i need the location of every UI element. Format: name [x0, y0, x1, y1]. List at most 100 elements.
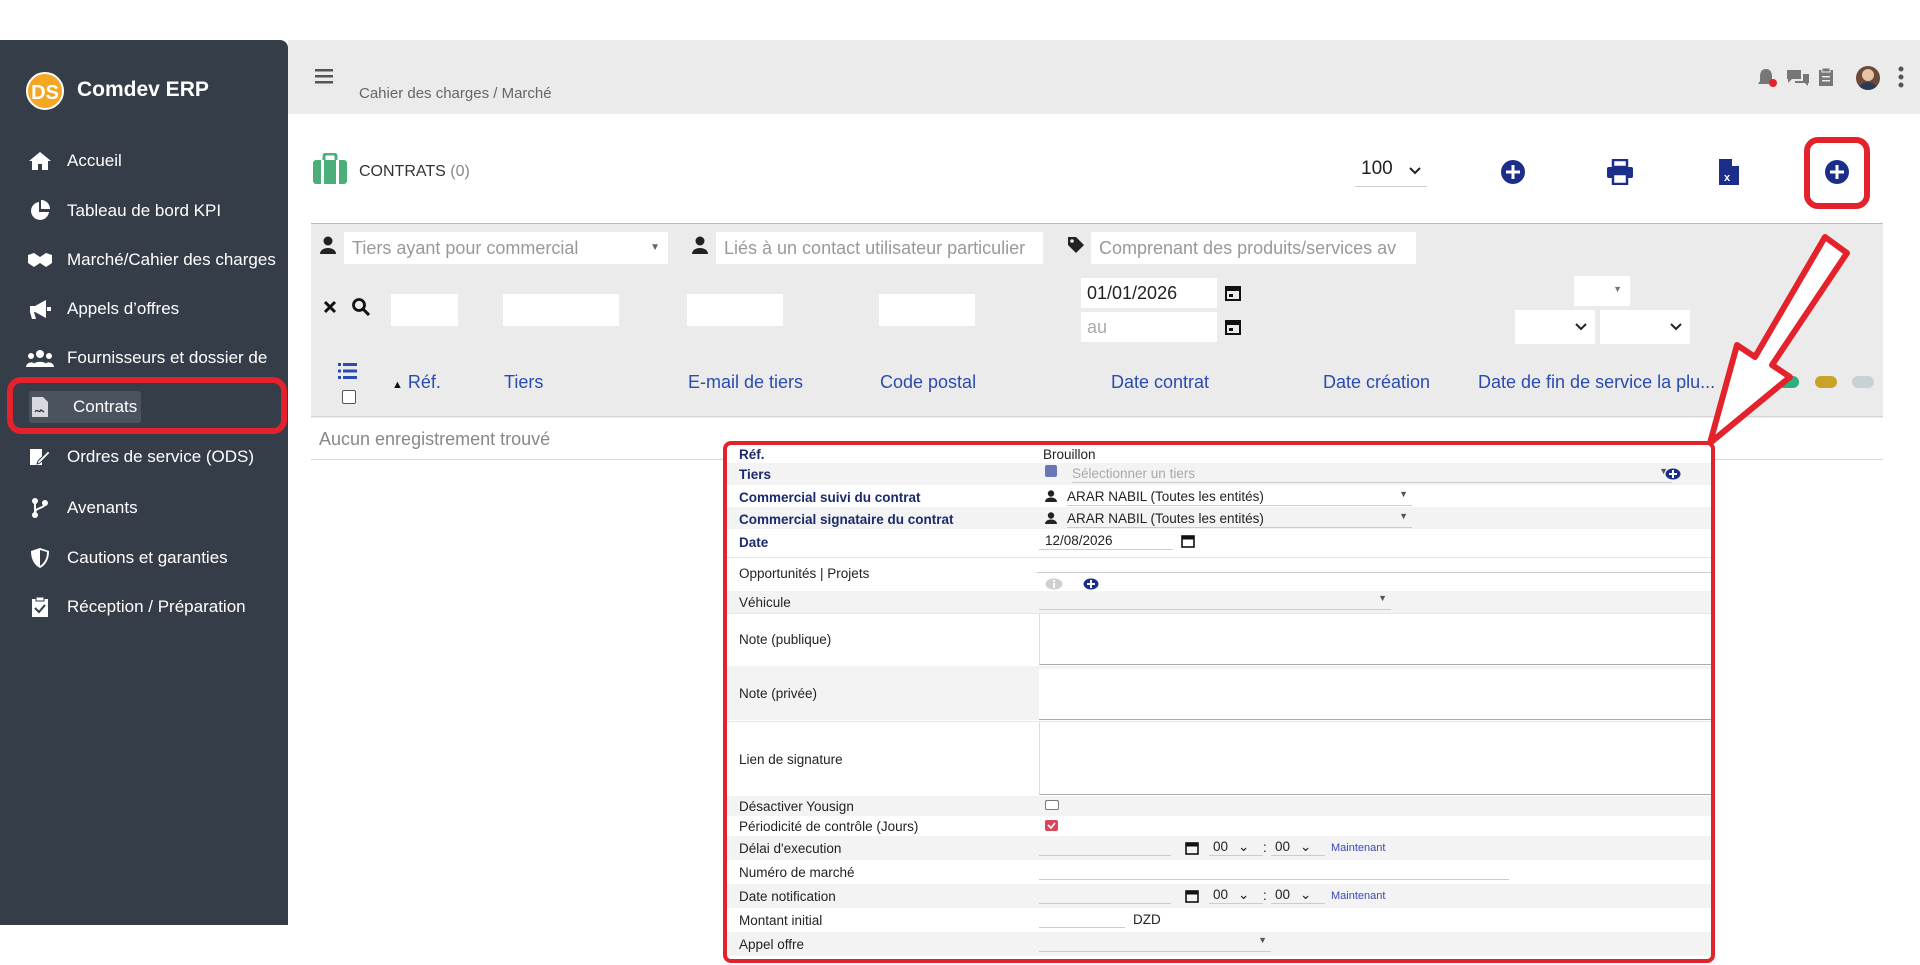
delai-minute-select[interactable]: 00 ⌄	[1271, 839, 1325, 856]
form-row-note-privee: Note (privée)	[727, 666, 1711, 720]
caret-down-icon: ▼	[1399, 511, 1408, 521]
list-options-icon[interactable]	[338, 362, 358, 385]
notification-hour-select[interactable]: 00 ⌄	[1209, 887, 1263, 904]
calendar-icon[interactable]	[1181, 535, 1195, 548]
search-icon[interactable]	[352, 298, 371, 321]
date-to-input[interactable]: au	[1081, 312, 1217, 342]
contact-filter-select[interactable]: Liés à un contact utilisateur particulie…	[716, 232, 1043, 264]
chevron-down-icon: ⌄	[1300, 887, 1312, 902]
form-row-commercial-suivi: Commercial suivi du contrat ARAR NABIL (…	[727, 485, 1711, 507]
column-header-date-creation[interactable]: Date création	[1323, 372, 1430, 393]
products-filter-select[interactable]: Comprenant des produits/services av	[1091, 232, 1416, 264]
commercial-signataire-select[interactable]: ARAR NABIL (Toutes les entités) ▼	[1067, 511, 1412, 528]
tiers-filter-input[interactable]	[503, 294, 619, 326]
sidebar-item-kpi[interactable]: Tableau de bord KPI	[25, 191, 285, 231]
tiers-select[interactable]: Sélectionner un tiers ▼	[1072, 466, 1672, 483]
date-notification-label: Date notification	[739, 889, 836, 904]
pie-chart-icon	[25, 200, 55, 222]
calendar-icon[interactable]	[1225, 285, 1241, 306]
building-icon	[1045, 465, 1057, 477]
sidebar-item-label: Marché/Cahier des charges	[67, 250, 276, 269]
date-notification-input[interactable]	[1039, 887, 1171, 904]
now-link[interactable]: Maintenant	[1331, 842, 1385, 854]
checked-checkbox-icon[interactable]	[1045, 820, 1058, 831]
column-header-date-fin-service[interactable]: Date de fin de service la plu...	[1478, 372, 1715, 393]
edit-doc-icon	[25, 446, 55, 468]
sidebar-item-label: Appels d’offres	[67, 299, 180, 318]
calendar-icon[interactable]	[1185, 890, 1199, 903]
column-header-ref[interactable]: ▲ Réf.	[392, 372, 441, 393]
status-dot-closed[interactable]	[1852, 376, 1874, 388]
add-project-icon[interactable]	[1083, 578, 1099, 590]
montant-input[interactable]	[1039, 911, 1125, 928]
appel-offre-select[interactable]: ▼	[1039, 935, 1271, 952]
sidebar-item-avenants[interactable]: Avenants	[25, 488, 285, 528]
status-filter-select[interactable]: ▼	[1574, 276, 1630, 306]
now-link[interactable]: Maintenant	[1331, 890, 1385, 902]
select-all-checkbox[interactable]	[342, 390, 356, 404]
print-button[interactable]	[1603, 155, 1637, 189]
export-excel-button[interactable]: x	[1712, 155, 1746, 189]
sidebar-item-accueil[interactable]: Accueil	[25, 141, 285, 181]
add-circle-button[interactable]	[1496, 155, 1530, 189]
sidebar-item-marche[interactable]: Marché/Cahier des charges	[25, 240, 285, 280]
divider	[1037, 572, 1711, 573]
commercial-filter-select[interactable]: Tiers ayant pour commercial ▼	[344, 232, 668, 264]
delai-hour-select[interactable]: 00 ⌄	[1209, 839, 1263, 856]
chevron-down-icon: ⌄	[1238, 839, 1250, 854]
notification-minute-select[interactable]: 00 ⌄	[1271, 887, 1325, 904]
chat-icon[interactable]	[1786, 68, 1810, 93]
chevron-down-icon: ⌄	[1300, 839, 1312, 854]
column-header-date-contrat[interactable]: Date contrat	[1111, 372, 1209, 393]
date-input[interactable]: 12/08/2026	[1039, 533, 1173, 550]
form-row-yousign: Désactiver Yousign	[727, 796, 1711, 816]
menu-toggle-icon[interactable]	[315, 68, 335, 91]
brand-name: Comdev ERP	[77, 78, 209, 101]
per-page-select[interactable]: 100	[1355, 158, 1427, 187]
divider	[311, 416, 1883, 417]
email-filter-input[interactable]	[687, 294, 783, 326]
column-header-email[interactable]: E-mail de tiers	[688, 372, 803, 393]
column-header-tiers[interactable]: Tiers	[504, 372, 543, 393]
sidebar-item-label: Ordres de service (ODS)	[67, 447, 255, 466]
sidebar-item-cautions[interactable]: Cautions et garanties	[25, 538, 285, 578]
tiers-label: Tiers	[739, 467, 772, 482]
commercial-suivi-select[interactable]: ARAR NABIL (Toutes les entités) ▼	[1067, 489, 1412, 506]
avatar[interactable]	[1856, 66, 1880, 90]
date-from-input[interactable]: 01/01/2026	[1081, 278, 1217, 308]
column-header-code-postal[interactable]: Code postal	[880, 372, 976, 393]
lien-signature-textarea[interactable]	[1039, 722, 1711, 795]
sidebar-item-reception[interactable]: Réception / Préparation	[25, 587, 285, 627]
yousign-checkbox[interactable]	[1045, 800, 1059, 810]
clipboard-icon[interactable]	[1818, 67, 1834, 92]
per-page-value: 100	[1361, 158, 1393, 179]
periodicite-label: Périodicité de contrôle (Jours)	[739, 819, 919, 834]
notification-bell-icon[interactable]	[1756, 68, 1778, 93]
breadcrumb[interactable]: Cahier des charges / Marché	[359, 85, 552, 102]
note-publique-textarea[interactable]	[1039, 614, 1711, 665]
calendar-icon[interactable]	[1185, 842, 1199, 855]
postal-code-filter-input[interactable]	[879, 294, 975, 326]
ref-filter-input[interactable]	[391, 294, 458, 326]
vehicule-select[interactable]: ▼	[1039, 593, 1391, 610]
chevron-down-icon	[1670, 323, 1682, 331]
note-privee-textarea[interactable]	[1039, 669, 1711, 720]
chevron-down-icon	[1575, 323, 1587, 331]
filter-select-b[interactable]	[1600, 310, 1690, 344]
filter-select-a[interactable]	[1515, 310, 1595, 344]
sidebar-item-label: Tableau de bord KPI	[67, 201, 222, 220]
clear-filter-icon[interactable]	[323, 300, 337, 319]
delai-date-input[interactable]	[1039, 839, 1171, 856]
sidebar-item-fournisseurs[interactable]: Fournisseurs et dossier de	[25, 338, 285, 378]
add-tiers-icon[interactable]	[1665, 468, 1681, 480]
yousign-label: Désactiver Yousign	[739, 799, 854, 814]
chevron-down-icon: ⌄	[1238, 887, 1250, 902]
numero-marche-input[interactable]	[1039, 863, 1509, 880]
select-value: 00	[1213, 887, 1229, 902]
sidebar-item-label: Fournisseurs et dossier de	[67, 348, 268, 367]
more-options-icon[interactable]	[1898, 66, 1904, 93]
sidebar-item-appels[interactable]: Appels d’offres	[25, 289, 285, 329]
form-row-date-notification: Date notification 00 ⌄ : 00 ⌄ Maintenant	[727, 884, 1711, 908]
sidebar-item-ods[interactable]: Ordres de service (ODS)	[25, 437, 285, 477]
calendar-icon[interactable]	[1225, 319, 1241, 340]
